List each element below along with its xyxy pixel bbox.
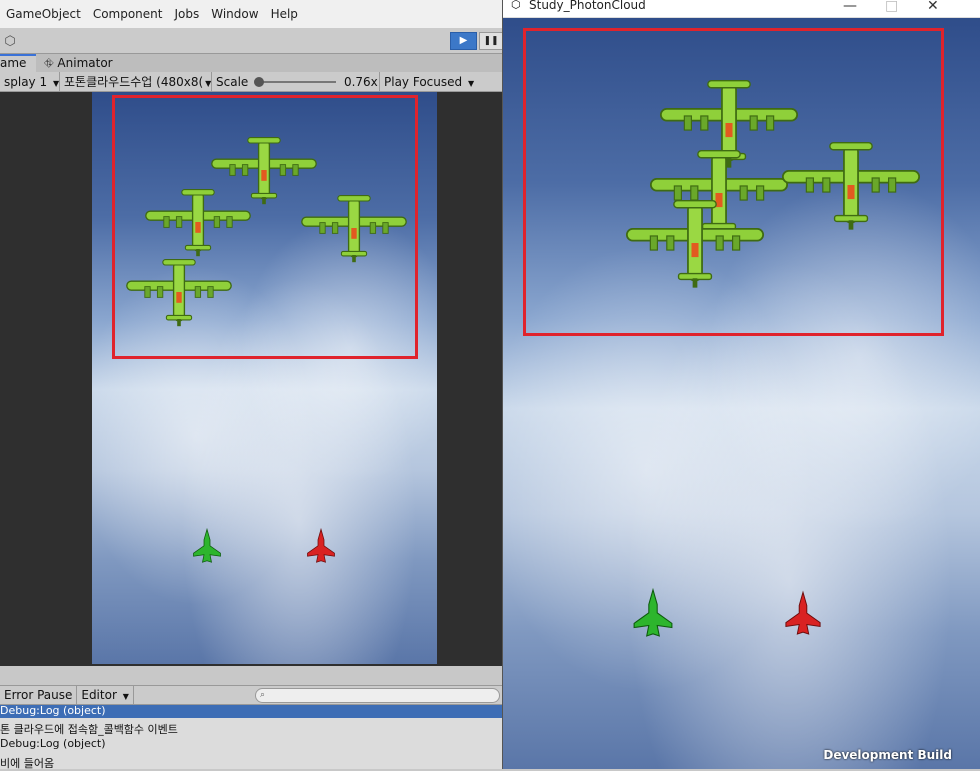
console-log-list: Debug:Log (object) 톤 클라우드에 접속함_콜백함수 이벤트 … — [0, 705, 502, 770]
chevron-down-icon: ▼ — [467, 78, 475, 88]
unity-logo-icon[interactable]: ⬡ — [0, 31, 20, 51]
log-entry[interactable]: Debug:Log (object) — [0, 737, 106, 751]
play-focused-dropdown[interactable]: Play Focused ▼ — [380, 72, 484, 92]
menu-window[interactable]: Window — [211, 7, 258, 21]
maximize-icon[interactable]: □ — [885, 0, 898, 14]
error-pause-toggle[interactable]: Error Pause — [0, 685, 78, 705]
error-pause-label: Error Pause — [4, 688, 73, 702]
fighter-icon — [192, 528, 222, 568]
editor-label: Editor — [81, 688, 117, 702]
display-dropdown[interactable]: splay 1 ▼ — [0, 71, 60, 92]
minimize-icon[interactable]: — — [843, 0, 857, 14]
editor-dropdown[interactable]: Editor ▼ — [77, 685, 134, 705]
log-text: 톤 클라우드에 접속함_콜백함수 이벤트 — [0, 723, 178, 736]
pause-button[interactable]: ❚❚ — [479, 32, 503, 50]
scale-slider[interactable] — [254, 77, 337, 87]
bomber-icon — [624, 196, 766, 290]
menu-component[interactable]: Component — [93, 7, 163, 21]
chevron-down-icon: ▼ — [52, 78, 60, 88]
chevron-down-icon: ▼ — [205, 78, 212, 88]
log-text: Debug:Log (object) — [0, 737, 106, 750]
resolution-label: 포톤클라우드수업 (480x8( — [64, 74, 204, 89]
log-entry[interactable]: 톤 클라우드에 접속함_콜백함수 이벤트 — [0, 723, 178, 737]
fighter-icon — [306, 528, 336, 568]
development-build-label: Development Build — [823, 748, 952, 762]
fighter-icon — [784, 588, 822, 644]
game-view-toolbar: splay 1 ▼ 포톤클라우드수업 (480x8(▼ Scale 0.76x … — [0, 71, 502, 92]
tab-animator[interactable]: ⛗ Animator — [44, 54, 113, 72]
close-icon[interactable]: ✕ — [927, 0, 939, 14]
console-search-input[interactable]: ⌕ — [255, 688, 500, 703]
unity-logo-icon: ⬡ — [511, 0, 521, 11]
console-toolbar: Error Pause Editor ▼ ⌕ — [0, 685, 502, 705]
log-text: Debug:Log (object) — [0, 704, 106, 717]
log-entry-selected[interactable]: Debug:Log (object) — [0, 705, 502, 718]
menu-bar: GameObject Component Jobs Window Help — [0, 0, 502, 28]
display-label: splay 1 — [4, 74, 48, 89]
view-tabs: ame ⛗ Animator — [0, 54, 502, 72]
scale-control[interactable]: Scale 0.76x — [212, 71, 380, 92]
play-icon: ▶ — [459, 35, 468, 46]
animator-icon: ⛗ — [44, 56, 58, 70]
menu-help[interactable]: Help — [271, 7, 298, 21]
resolution-dropdown[interactable]: 포톤클라우드수업 (480x8(▼ — [60, 71, 212, 92]
bomber-icon — [144, 186, 252, 258]
scale-value: 0.76x — [343, 74, 378, 89]
tab-animator-label: Animator — [57, 56, 113, 70]
search-icon: ⌕ — [260, 690, 266, 700]
menu-jobs[interactable]: Jobs — [174, 7, 199, 21]
scale-slider-handle[interactable] — [254, 77, 265, 87]
bomber-icon — [125, 256, 233, 328]
tab-game[interactable]: ame — [0, 54, 36, 72]
tab-game-label: ame — [0, 56, 27, 70]
fighter-icon — [632, 588, 674, 644]
log-text: 비에 들어옴 — [0, 757, 55, 770]
scale-label: Scale — [216, 74, 249, 89]
chevron-down-icon: ▼ — [122, 692, 129, 701]
pause-icon: ❚❚ — [483, 36, 499, 46]
main-toolbar: ⬡ ▶ ❚❚ — [0, 28, 503, 54]
bomber-icon — [780, 138, 922, 232]
play-focused-label: Play Focused — [384, 74, 463, 89]
play-button[interactable]: ▶ — [450, 32, 477, 50]
window-title: Study_PhotonCloud — [529, 0, 646, 12]
bomber-icon — [300, 192, 408, 264]
menu-gameobject[interactable]: GameObject — [6, 7, 81, 21]
game-window-titlebar[interactable]: ⬡ Study_PhotonCloud — □ ✕ — [503, 0, 980, 18]
